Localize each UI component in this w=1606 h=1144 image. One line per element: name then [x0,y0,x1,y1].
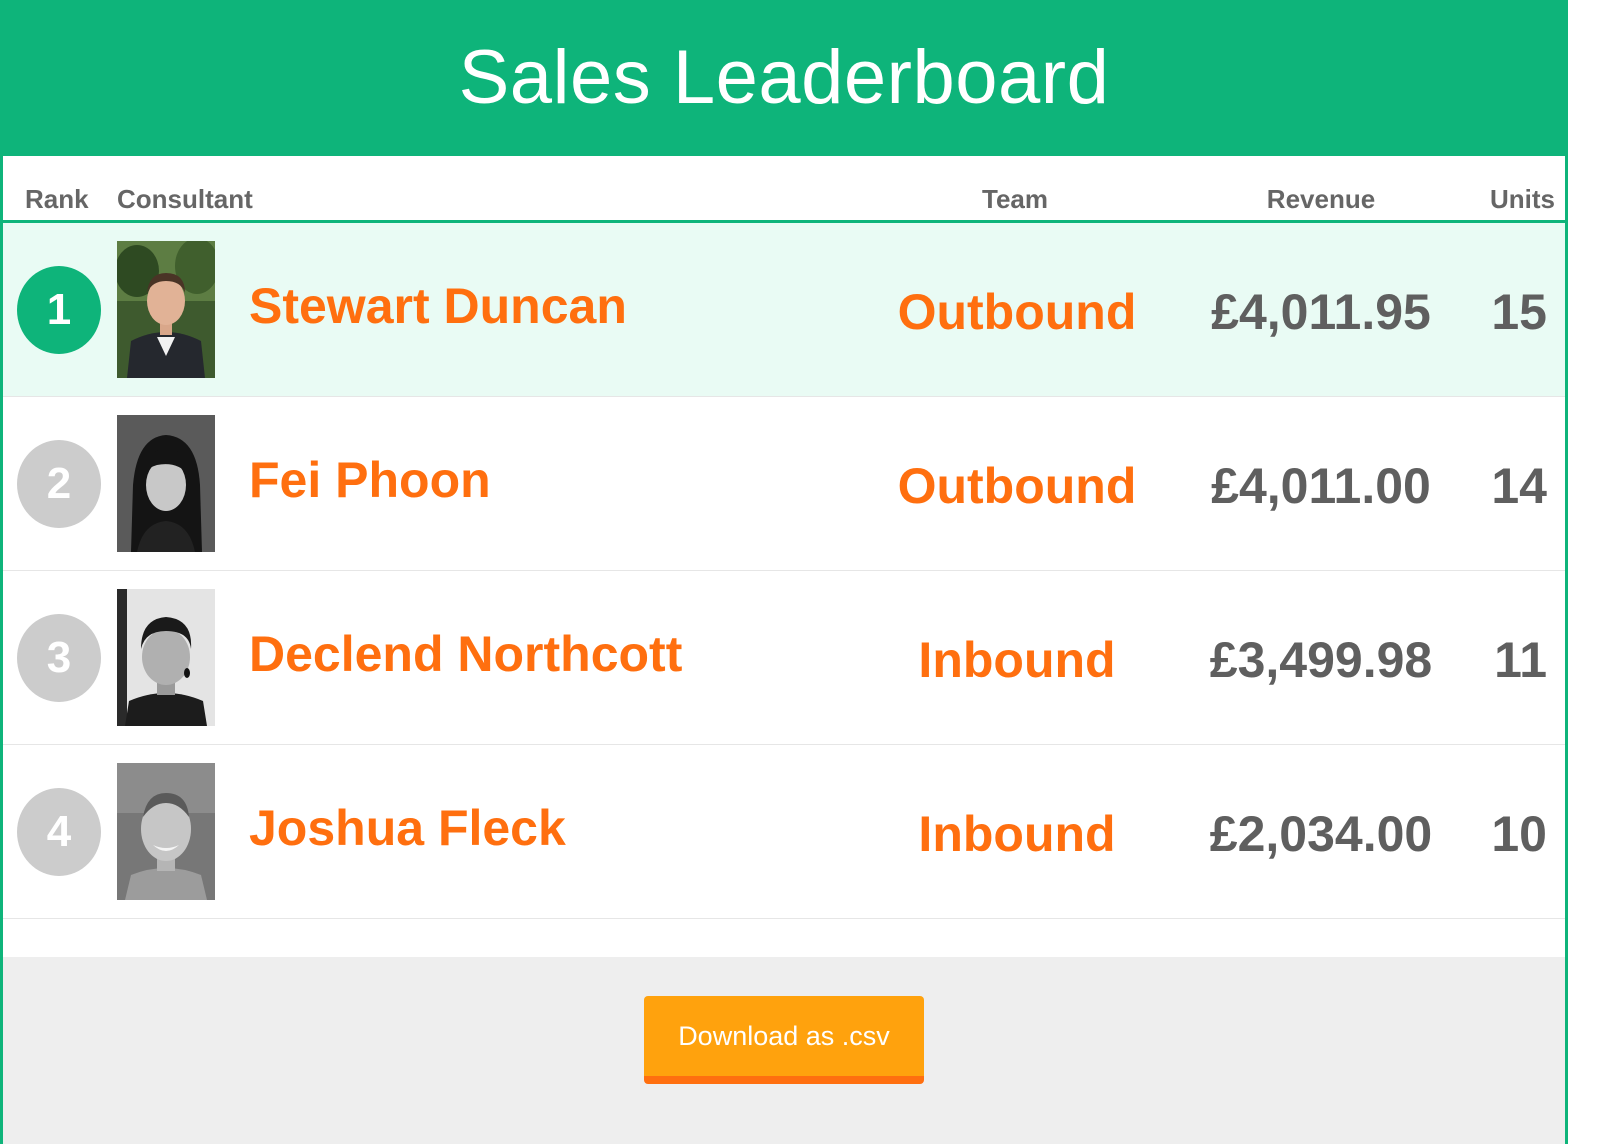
footer: Download as .csv [3,957,1565,1144]
avatar [117,589,215,726]
units-value: 14 [1491,458,1547,514]
table-row: 1 Stewart Duncan Outbound £4,011.95 15 [3,223,1565,397]
table-row: 4 Joshua Fleck Inbound £2,034.00 10 [3,745,1565,919]
avatar-photo-icon [117,415,215,552]
avatar-photo-icon [117,589,215,726]
avatar-photo-icon [117,763,215,900]
column-header-units: Units [1490,184,1555,214]
page-title: Sales Leaderboard [458,34,1110,120]
avatar [117,415,215,552]
units-value: 10 [1491,806,1547,862]
column-header-rank: Rank [25,184,89,214]
table-row: 2 Fei Phoon Outbound £4,011.00 14 [3,397,1565,571]
consultant-name: Stewart Duncan [249,278,627,334]
team-name: Inbound [918,806,1116,862]
revenue-value: £4,011.00 [1211,458,1431,514]
units-value: 15 [1491,284,1547,340]
column-header-revenue: Revenue [1266,184,1376,214]
rank-badge: 3 [17,614,101,702]
units-value: 11 [1494,632,1547,688]
avatar [117,763,215,900]
team-name: Inbound [918,632,1116,688]
column-header-team: Team [982,184,1048,214]
consultant-name: Joshua Fleck [249,800,566,856]
avatar-photo-icon [117,241,215,378]
leaderboard-table: 1 Stewart Duncan Outbound £4,011.95 15 2… [3,223,1565,919]
leaderboard-header: Sales Leaderboard [0,0,1568,156]
download-csv-button[interactable]: Download as .csv [644,996,924,1084]
team-name: Outbound [897,458,1137,514]
table-row: 3 Declend Northcott Inbound £3,499.98 11 [3,571,1565,745]
leaderboard-frame: Sales Leaderboard Rank Consultant Team R… [0,0,1568,1144]
consultant-name: Fei Phoon [249,452,491,508]
rank-badge: 2 [17,440,101,528]
rank-badge: 4 [17,788,101,876]
rank-badge: 1 [17,266,101,354]
column-headers: Rank Consultant Team Revenue Units [3,156,1565,223]
consultant-name: Declend Northcott [249,626,683,682]
revenue-value: £4,011.95 [1211,284,1431,340]
revenue-value: £2,034.00 [1209,806,1433,862]
team-name: Outbound [897,284,1137,340]
avatar [117,241,215,378]
column-header-consultant: Consultant [117,184,253,214]
revenue-value: £3,499.98 [1209,632,1433,688]
